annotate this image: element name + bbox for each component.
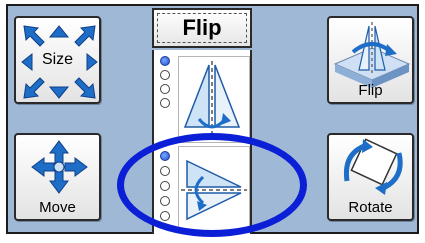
horizontal-flip-option[interactable] [178, 146, 250, 233]
size-label: Size [41, 51, 74, 68]
radio-vertical-2[interactable] [160, 70, 170, 80]
radio-horizontal-3[interactable] [160, 181, 170, 191]
flip-header-button[interactable]: Flip [152, 8, 252, 48]
flip-button[interactable]: Flip [327, 16, 414, 104]
flip-horizontal-option-icon [181, 159, 247, 221]
size-button[interactable]: Size [14, 16, 101, 104]
flip-label: Flip [358, 82, 383, 99]
radio-horizontal-4[interactable] [160, 196, 170, 206]
radio-vertical-1[interactable] [160, 56, 170, 66]
move-label: Move [39, 199, 76, 216]
radio-horizontal-1[interactable] [160, 151, 170, 161]
vertical-flip-option[interactable] [178, 56, 250, 143]
radio-horizontal-5[interactable] [160, 211, 170, 221]
flip-header-label: Flip [182, 15, 222, 40]
move-button[interactable]: Move [14, 133, 101, 221]
flip-vertical-option-icon [183, 61, 241, 137]
radio-vertical-3[interactable] [160, 84, 170, 94]
rotate-label: Rotate [348, 199, 393, 216]
rotate-button[interactable]: Rotate [327, 133, 414, 221]
radio-vertical-4[interactable] [160, 98, 170, 108]
radio-horizontal-2[interactable] [160, 166, 170, 176]
